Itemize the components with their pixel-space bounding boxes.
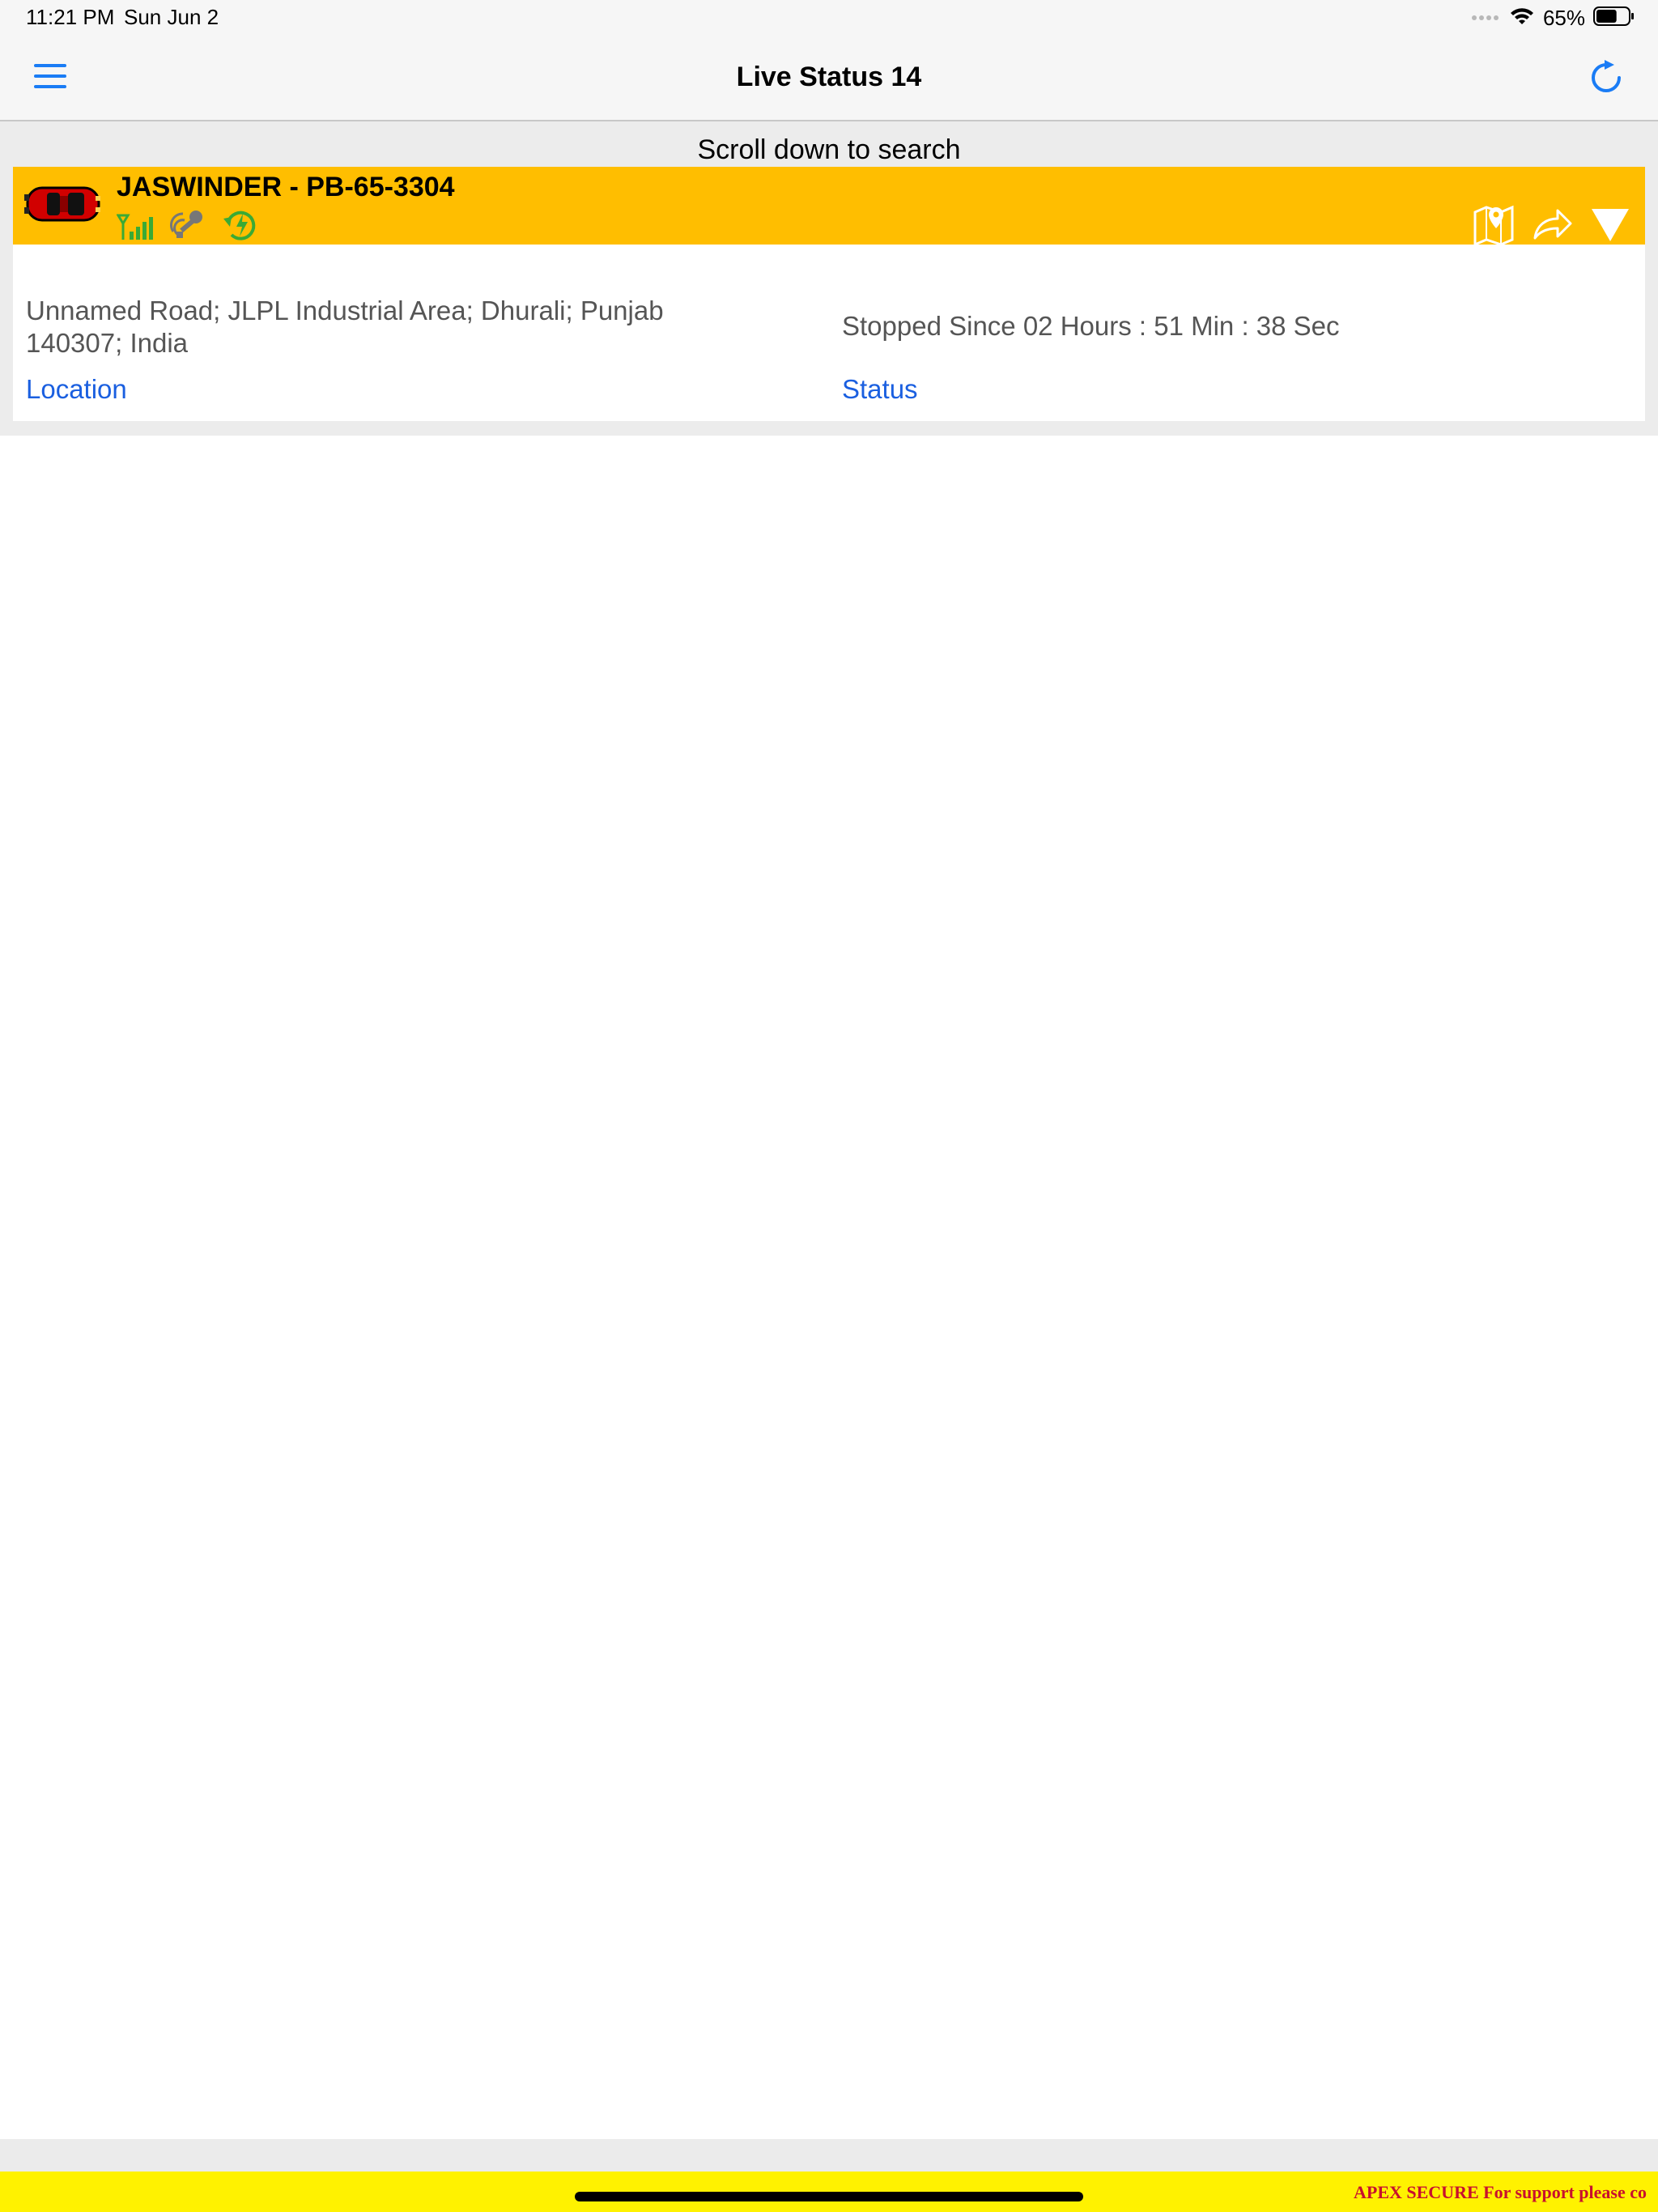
gps-signal-icon (117, 214, 153, 240)
share-arrow-icon[interactable] (1530, 204, 1574, 245)
footer-marquee-text: APEX SECURE For support please co (1354, 2182, 1647, 2202)
page-title: Live Status 14 (736, 62, 922, 92)
cellular-signal-icon (1471, 11, 1501, 25)
search-hint: Scroll down to search (697, 134, 961, 165)
location-value: Unnamed Road; JLPL Industrial Area; Dhur… (26, 296, 664, 358)
home-indicator[interactable] (575, 2192, 1083, 2201)
refresh-icon (1592, 60, 1621, 92)
power-charge-icon (223, 211, 256, 240)
vehicle-actions (1472, 204, 1632, 245)
battery-icon (1593, 6, 1635, 30)
status-value: Stopped Since 02 Hours : 51 Min : 38 Sec (842, 311, 1340, 341)
vehicle-card[interactable]: JASWINDER - PB-65-3304 Unnamed Road; JLP… (13, 167, 1645, 421)
status-date: Sun Jun 2 (124, 5, 219, 29)
red-car-icon (24, 186, 100, 222)
vehicle-card-body: Unnamed Road; JLPL Industrial Area; Dhur… (13, 245, 1645, 421)
footer-divider (0, 2139, 1658, 2172)
vehicle-status-icons (117, 207, 261, 243)
status-label: Status (842, 374, 918, 404)
status-time: 11:21 PM (26, 5, 115, 29)
status-bar: 11:21 PM Sun Jun 2 65% (0, 0, 1658, 36)
location-label: Location (26, 374, 127, 404)
refresh-button[interactable] (1587, 58, 1626, 97)
expand-triangle-icon[interactable] (1588, 204, 1632, 245)
wifi-icon (1509, 6, 1535, 30)
vehicle-card-header[interactable]: JASWINDER - PB-65-3304 (13, 167, 1645, 245)
map-pin-icon[interactable] (1472, 204, 1516, 245)
navigation-bar: Live Status 14 (0, 36, 1658, 121)
ignition-key-icon (170, 211, 202, 238)
battery-percent: 65% (1542, 5, 1585, 30)
vehicle-title: JASWINDER - PB-65-3304 (117, 172, 455, 202)
status-indicators: 65% (1471, 5, 1635, 31)
